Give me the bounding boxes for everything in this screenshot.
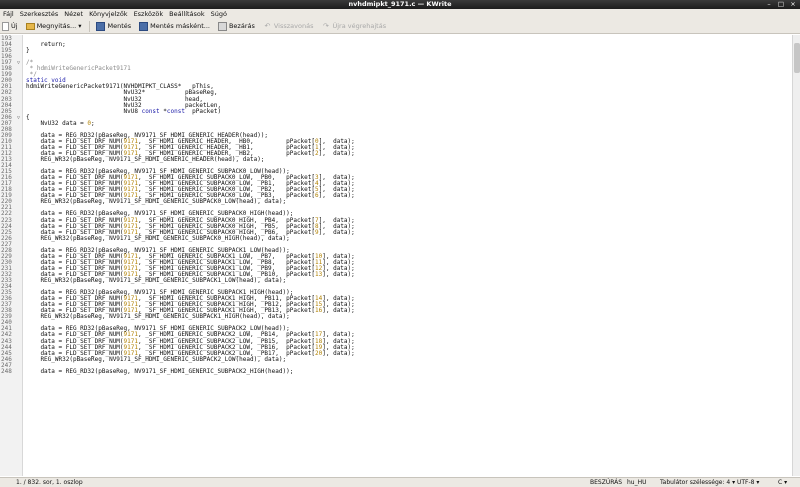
undo-button[interactable]: ↶ Visszavonás	[263, 21, 314, 31]
encoding-selector[interactable]: UTF-8 ▾	[737, 478, 759, 487]
save-as-icon	[139, 21, 149, 31]
line-number: 248	[1, 367, 12, 375]
window-title: nvhdmipkt_9171.c — KWrite	[348, 0, 452, 8]
code-token: }	[26, 47, 30, 55]
chevron-down-icon: ▾	[732, 479, 736, 486]
highlight-mode-selector[interactable]: C ▾	[778, 478, 787, 487]
menu-tools[interactable]: Eszközök	[134, 9, 164, 19]
main-toolbar: Új Megnyitás... ▾ Mentés Mentés másként.…	[0, 19, 800, 34]
redo-label: Újra végrehajtás	[332, 22, 387, 30]
code-token: ], data);	[318, 149, 355, 157]
menu-bar: Fájl Szerkesztés Nézet Könyvjelzők Eszkö…	[0, 9, 800, 19]
chevron-down-icon: ▾	[784, 479, 788, 486]
open-label: Megnyitás...	[36, 22, 77, 30]
new-document-icon	[2, 21, 9, 31]
code-token: ;	[62, 41, 66, 49]
chevron-down-icon: ▾	[756, 479, 760, 486]
code-token: REG_WR32(pBaseReg, NV9171_SF_HDMI_GENERI…	[26, 355, 287, 363]
undo-icon: ↶	[264, 21, 271, 30]
code-token: REG_WR32(pBaseReg, NV9171_SF_HDMI_GENERI…	[26, 198, 287, 206]
vertical-scrollbar[interactable]	[792, 35, 800, 476]
new-button[interactable]: Új	[2, 21, 18, 31]
menu-bookmarks[interactable]: Könyvjelzők	[89, 9, 128, 19]
input-mode[interactable]: BESZÚRÁS	[590, 478, 622, 487]
code-token: const	[166, 107, 185, 115]
redo-button[interactable]: ↷ Újra végrehajtás	[321, 22, 386, 31]
code-token: REG_WR32(pBaseReg, NV9171_SF_HDMI_GENERI…	[26, 313, 290, 321]
code-token: *	[159, 107, 167, 115]
tab-width-label: Tabulátor szélessége: 4	[660, 479, 731, 486]
scrollbar-thumb[interactable]	[794, 43, 800, 73]
encoding-label: UTF-8	[737, 479, 755, 486]
minimize-icon[interactable]: –	[765, 0, 773, 9]
code-token: ], data);	[322, 307, 355, 315]
code-line[interactable]: 248 data = REG_RD32(pBaseReg, NV9171_SF_…	[0, 367, 790, 375]
code-token: REG_WR32(pBaseReg, NV9171_SF_HDMI_GENERI…	[26, 277, 287, 284]
code-editor[interactable]: 193 194 return; 195} 196 197 ▽/* 198 * hdmiWri…	[0, 35, 800, 476]
code-token: pPacket)	[184, 107, 222, 115]
maximize-icon[interactable]: □	[777, 0, 785, 9]
code-token: NvU32 data =	[26, 119, 88, 127]
save-as-label: Mentés másként...	[150, 22, 210, 30]
tab-width-selector[interactable]: Tabulátor szélessége: 4 ▾	[660, 478, 735, 487]
window-controls: – □ ×	[765, 0, 797, 9]
menu-help[interactable]: Súgó	[211, 9, 227, 19]
title-bar: nvhdmipkt_9171.c — KWrite – □ ×	[0, 0, 800, 9]
code-token: const	[141, 107, 160, 115]
folder-icon	[25, 22, 35, 30]
code-token: NvU8	[26, 107, 142, 115]
menu-settings[interactable]: Beállítások	[169, 9, 205, 19]
code-token: data = REG_RD32(pBaseReg, NV9171_SF_HDMI…	[26, 367, 294, 375]
undo-label: Visszavonás	[273, 22, 314, 30]
toolbar-separator	[89, 20, 91, 32]
code-text: data = REG_RD32(pBaseReg, NV9171_SF_HDMI…	[26, 367, 294, 375]
close-document-icon	[217, 21, 227, 31]
code-token: * hdmiWriteGenericPacket9171	[26, 65, 131, 73]
highlight-label: C	[778, 479, 783, 486]
code-token: REG_WR32(pBaseReg, NV9171_SF_HDMI_GENERI…	[26, 156, 265, 163]
cursor-position: 1. / 832. sor, 1. oszlop	[16, 479, 83, 486]
save-label: Mentés	[107, 22, 132, 30]
status-bar: 1. / 832. sor, 1. oszlop BESZÚRÁS hu_HU …	[0, 477, 800, 487]
save-button[interactable]: Mentés	[96, 21, 132, 31]
code-token: ], data);	[318, 192, 355, 200]
menu-edit[interactable]: Szerkesztés	[20, 9, 58, 19]
save-icon	[96, 21, 106, 31]
open-button[interactable]: Megnyitás... ▾	[25, 22, 81, 30]
chevron-down-icon[interactable]: ▾	[78, 22, 81, 30]
redo-icon: ↷	[323, 21, 329, 30]
menu-file[interactable]: Fájl	[3, 9, 14, 19]
close-window-icon[interactable]: ×	[789, 0, 797, 9]
menu-view[interactable]: Nézet	[64, 9, 83, 19]
save-as-button[interactable]: Mentés másként...	[139, 21, 210, 31]
spellcheck-language[interactable]: hu_HU	[627, 478, 647, 487]
code-token: ], data);	[322, 349, 355, 357]
close-label: Bezárás	[228, 22, 255, 30]
code-token: REG_WR32(pBaseReg, NV9171_SF_HDMI_GENERI…	[26, 234, 290, 242]
code-token: ], data);	[318, 228, 355, 236]
code-token: return	[40, 41, 63, 49]
code-token: ], data);	[322, 270, 355, 278]
new-label: Új	[11, 22, 18, 30]
code-token: ;	[91, 119, 95, 127]
close-button[interactable]: Bezárás	[217, 21, 255, 31]
